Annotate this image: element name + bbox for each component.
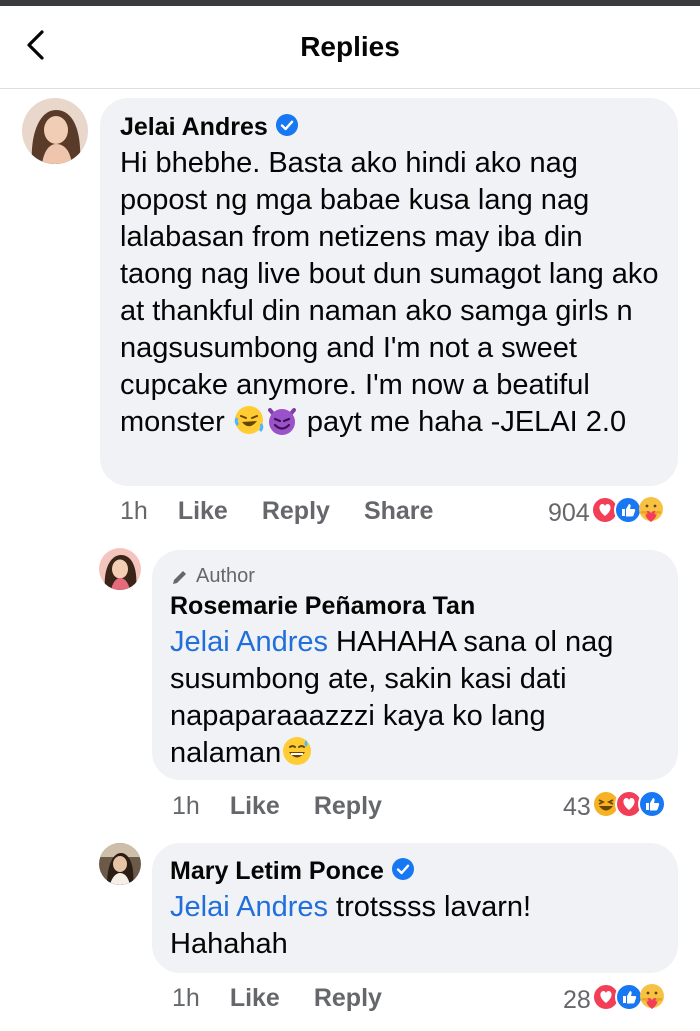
verified-badge-icon bbox=[391, 858, 414, 885]
author-badge: Author bbox=[170, 565, 255, 588]
page-title: Replies bbox=[300, 31, 400, 62]
pencil-icon bbox=[173, 570, 186, 584]
comment-actions: 1h Like Reply bbox=[172, 792, 416, 821]
reaction-summary[interactable]: 904 bbox=[548, 496, 665, 531]
reaction-count: 28 bbox=[563, 986, 591, 1014]
mention-link[interactable]: Jelai Andres bbox=[170, 891, 328, 923]
commenter-name[interactable]: Jelai Andres bbox=[120, 113, 268, 142]
like-button[interactable]: Like bbox=[230, 792, 280, 821]
commenter-name[interactable]: Mary Letim Ponce bbox=[170, 857, 384, 886]
comment-bubble: Jelai Andres Hi bhebhe. Basta ako hindi … bbox=[100, 98, 678, 486]
replies-header: Replies bbox=[0, 6, 700, 89]
grinning-sweat-emoji bbox=[281, 735, 313, 777]
comment-time[interactable]: 1h bbox=[172, 792, 200, 821]
commenter-name[interactable]: Rosemarie Peñamora Tan bbox=[170, 592, 475, 621]
reaction-count: 904 bbox=[548, 499, 590, 527]
reply-button[interactable]: Reply bbox=[314, 984, 382, 1013]
mention-link[interactable]: Jelai Andres bbox=[170, 626, 328, 658]
smiling-devil-emoji bbox=[265, 404, 299, 446]
comment-actions: 1h Like Reply bbox=[172, 984, 416, 1013]
comment-bubble: Mary Letim Ponce Jelai Andres trotssss l… bbox=[152, 843, 678, 973]
like-reaction-icon bbox=[637, 790, 666, 825]
verified-badge-icon bbox=[275, 114, 298, 141]
rofl-emoji bbox=[233, 404, 265, 446]
comment-bubble: Author Rosemarie Peñamora Tan Jelai Andr… bbox=[152, 550, 678, 780]
reaction-summary[interactable]: 43 bbox=[563, 790, 666, 825]
care-reaction-icon bbox=[637, 496, 665, 531]
reaction-count: 43 bbox=[563, 793, 591, 821]
reaction-summary[interactable]: 28 bbox=[563, 983, 666, 1018]
comment-actions: 1h Like Reply Share bbox=[120, 497, 467, 526]
comment-text: Hi bhebhe. Basta ako hindi ako nag popos… bbox=[120, 145, 660, 446]
reply-button[interactable]: Reply bbox=[262, 497, 330, 526]
comment-text: Jelai Andres trotssss lavarn! Hahahah bbox=[170, 891, 532, 960]
author-label: Author bbox=[196, 565, 255, 587]
like-button[interactable]: Like bbox=[230, 984, 280, 1013]
avatar[interactable] bbox=[99, 548, 141, 590]
care-reaction-icon bbox=[638, 983, 666, 1018]
comment-time[interactable]: 1h bbox=[172, 984, 200, 1013]
reply-button[interactable]: Reply bbox=[314, 792, 382, 821]
comment-time[interactable]: 1h bbox=[120, 497, 148, 526]
like-button[interactable]: Like bbox=[178, 497, 228, 526]
comment-text: Jelai Andres HAHAHA sana ol nag susumbon… bbox=[170, 624, 650, 777]
avatar[interactable] bbox=[22, 98, 88, 164]
share-button[interactable]: Share bbox=[364, 497, 433, 526]
avatar[interactable] bbox=[99, 843, 141, 885]
